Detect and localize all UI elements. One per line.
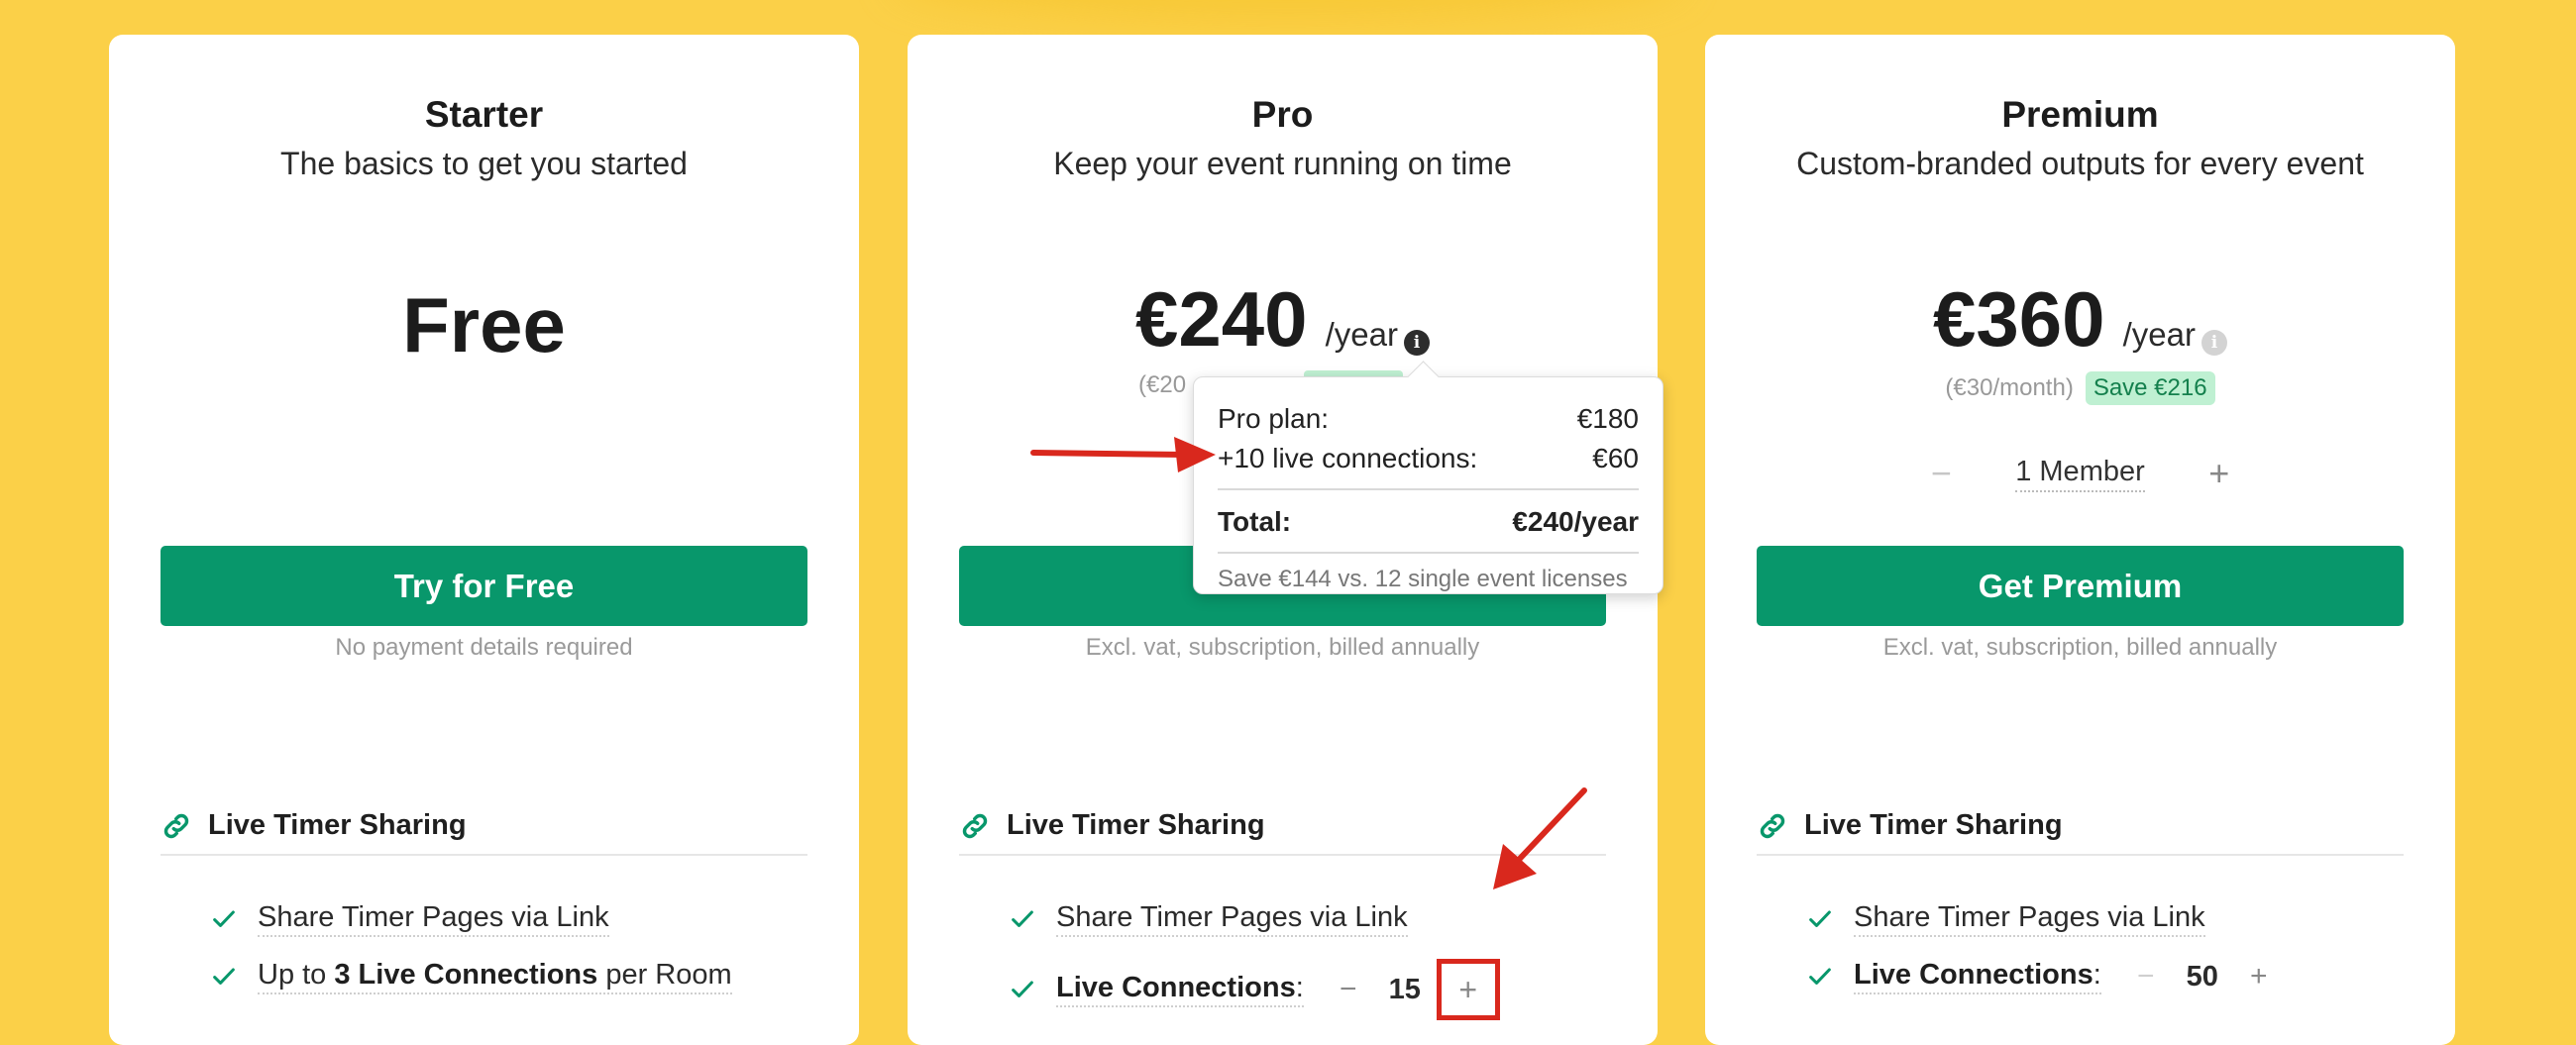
- monthly-row: (€30/month) Save €216: [1705, 371, 2455, 405]
- feature-label: Live Connections:: [1854, 959, 2101, 994]
- feature-label: Share Timer Pages via Link: [258, 901, 609, 937]
- feature-label-bold: 3 Live Connections: [334, 959, 598, 991]
- member-count[interactable]: 1 Member: [2015, 456, 2145, 492]
- get-premium-button[interactable]: Get Premium: [1757, 546, 2404, 626]
- tooltip-label: Pro plan:: [1218, 403, 1330, 434]
- background-glow: [892, 0, 1684, 20]
- tooltip-value: €180: [1576, 403, 1639, 434]
- plan-name: Premium: [2001, 94, 2159, 135]
- price-row: €240 /year i: [908, 280, 1658, 358]
- feature-heading-label: Live Timer Sharing: [1007, 809, 1265, 841]
- feature-item: Live Connections: − 15 +: [1009, 959, 1500, 1020]
- starter-plan-card: Starter The basics to get you started Fr…: [109, 35, 859, 1045]
- feature-item: Share Timer Pages via Link: [1009, 901, 1408, 937]
- link-icon: [1760, 813, 1785, 838]
- tooltip-row: +10 live connections: €60: [1218, 439, 1639, 478]
- feature-label: Share Timer Pages via Link: [1854, 901, 2205, 937]
- monthly-price: (€30/month): [1945, 374, 2074, 401]
- feature-item: Up to 3 Live Connections per Room: [210, 959, 732, 994]
- feature-item: Share Timer Pages via Link: [1806, 901, 2205, 937]
- tooltip-total-label: Total:: [1218, 506, 1292, 537]
- connections-stepper: − 50 +: [2131, 960, 2274, 993]
- feature-label: Live Connections:: [1056, 972, 1304, 1007]
- tooltip-divider: [1218, 552, 1639, 554]
- increase-connections-button[interactable]: +: [1436, 959, 1500, 1020]
- plan-price: Free: [402, 281, 566, 368]
- link-icon: [163, 813, 189, 838]
- cta-note: No payment details required: [335, 634, 633, 661]
- plan-subtitle: Custom-branded outputs for every event: [1796, 146, 2364, 181]
- tooltip-total-value: €240/year: [1512, 506, 1639, 537]
- feature-heading: Live Timer Sharing: [1757, 809, 2404, 856]
- monthly-price: (€20: [1138, 371, 1187, 398]
- check-icon: [1809, 968, 1831, 985]
- decrease-members-button[interactable]: −: [1926, 453, 1956, 494]
- tooltip-total-row: Total: €240/year: [1218, 502, 1639, 542]
- plan-price: €360: [1933, 275, 2105, 363]
- decrease-connections-button[interactable]: −: [2131, 960, 2161, 993]
- feature-label-suffix: per Room: [597, 959, 732, 991]
- cta-note: Excl. vat, subscription, billed annually: [1085, 634, 1480, 661]
- cta-note: Excl. vat, subscription, billed annually: [1882, 634, 2278, 661]
- annotation-arrow-icon: [1030, 437, 1216, 472]
- decrease-connections-button[interactable]: −: [1334, 973, 1363, 1006]
- check-icon: [213, 910, 235, 927]
- feature-label-prefix: Up to: [258, 959, 335, 991]
- check-icon: [1012, 981, 1033, 997]
- price-unit: /year i: [1326, 316, 1430, 356]
- feature-item: Share Timer Pages via Link: [210, 901, 609, 937]
- connections-stepper: − 15 +: [1334, 959, 1500, 1020]
- increase-connections-button[interactable]: +: [2244, 960, 2274, 993]
- feature-label: Up to 3 Live Connections per Room: [258, 959, 732, 994]
- plan-subtitle: The basics to get you started: [280, 146, 688, 181]
- connections-value: 15: [1388, 973, 1421, 1005]
- link-icon: [962, 813, 988, 838]
- increase-members-button[interactable]: +: [2204, 453, 2234, 494]
- price-breakdown-tooltip: Pro plan: €180 +10 live connections: €60…: [1193, 376, 1664, 594]
- tooltip-divider: [1218, 488, 1639, 490]
- info-icon[interactable]: i: [2200, 330, 2227, 356]
- try-for-free-button[interactable]: Try for Free: [161, 546, 807, 626]
- tooltip-label: +10 live connections:: [1218, 443, 1478, 473]
- check-icon: [213, 968, 235, 985]
- plan-subtitle: Keep your event running on time: [1053, 146, 1512, 181]
- premium-plan-card: Premium Custom-branded outputs for every…: [1705, 35, 2455, 1045]
- connections-label: Live Connections: [1056, 972, 1296, 1003]
- feature-label: Share Timer Pages via Link: [1056, 901, 1408, 937]
- feature-heading-label: Live Timer Sharing: [208, 809, 467, 841]
- price-row: €360 /year i: [1705, 280, 2455, 358]
- connections-label: Live Connections: [1854, 959, 2093, 991]
- feature-item: Live Connections: − 50 +: [1806, 959, 2274, 994]
- annotation-arrow-icon: [1493, 787, 1587, 889]
- tooltip-row: Pro plan: €180: [1218, 399, 1639, 439]
- plan-name: Pro: [1251, 94, 1314, 135]
- check-icon: [1809, 910, 1831, 927]
- plan-name: Starter: [424, 94, 544, 135]
- feature-heading-label: Live Timer Sharing: [1804, 809, 2063, 841]
- connections-value: 50: [2186, 960, 2218, 993]
- member-stepper: − 1 Member +: [1705, 453, 2455, 494]
- plan-price: €240: [1135, 275, 1308, 363]
- save-badge: Save €216: [2085, 371, 2215, 405]
- check-icon: [1012, 910, 1033, 927]
- price-unit: /year i: [2123, 316, 2227, 356]
- tooltip-save-note: Save €144 vs. 12 single event licenses: [1218, 566, 1628, 592]
- feature-heading: Live Timer Sharing: [161, 809, 807, 856]
- info-icon[interactable]: i: [1403, 330, 1430, 356]
- tooltip-value: €60: [1592, 443, 1639, 473]
